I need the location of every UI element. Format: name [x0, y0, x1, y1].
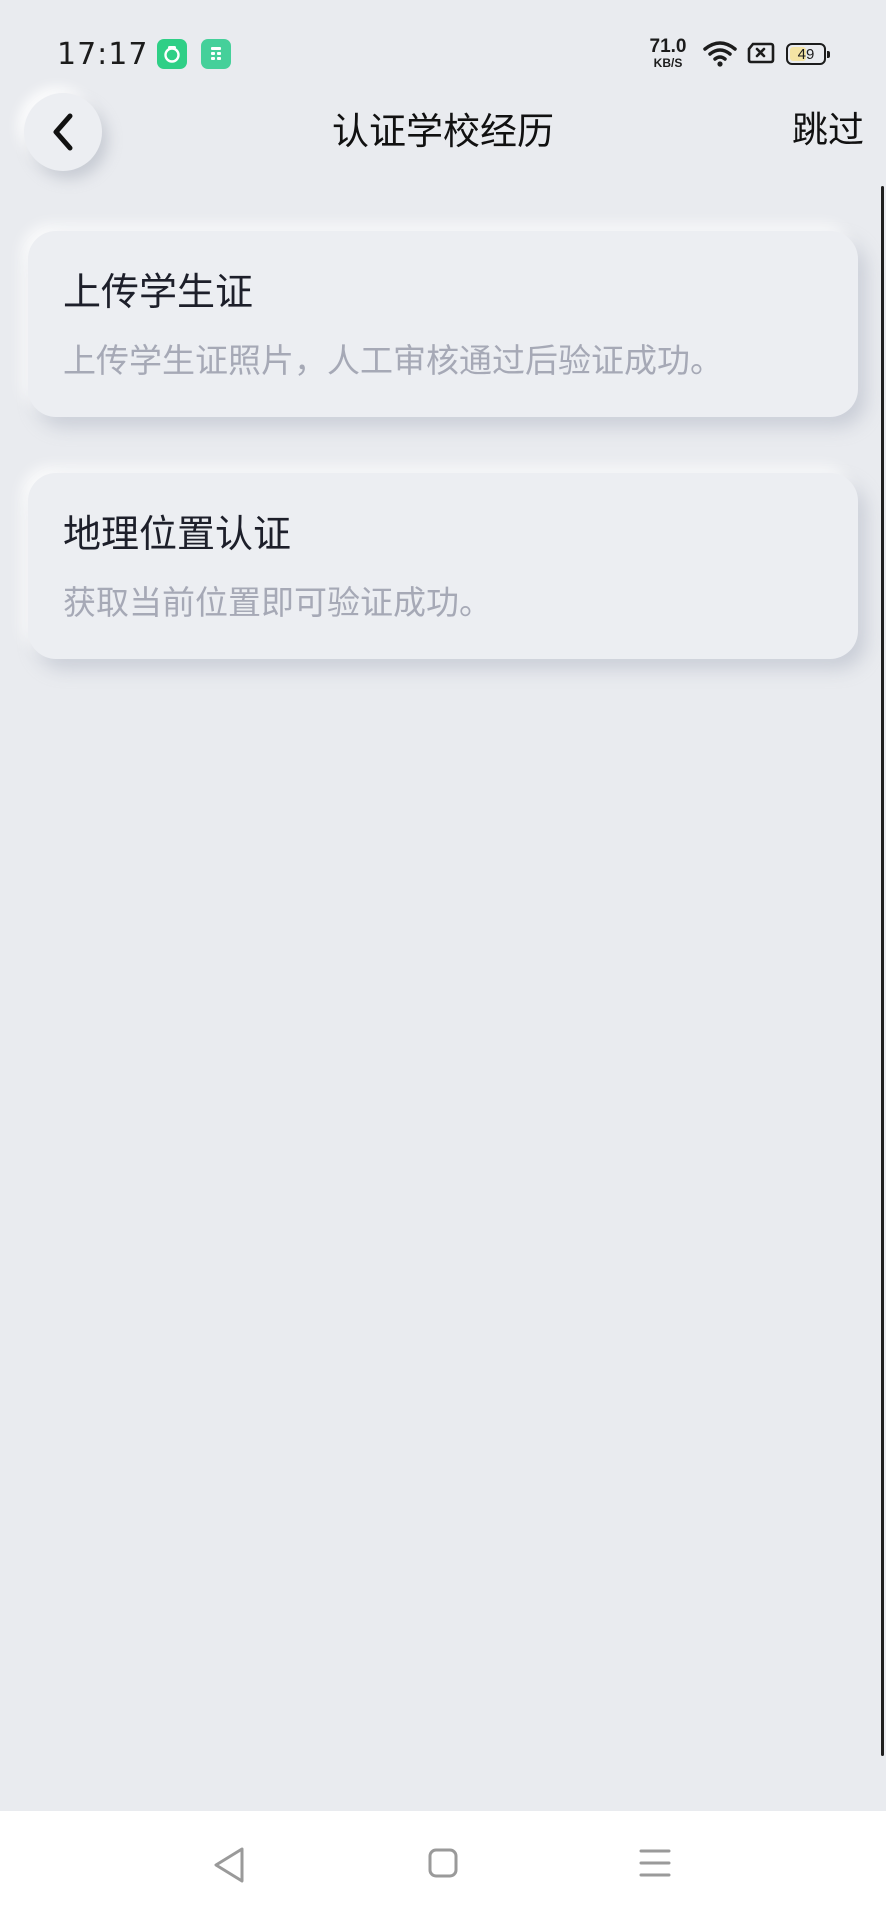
sim-icon: [747, 42, 775, 68]
scrollbar[interactable]: [881, 186, 884, 1756]
network-speed: 71.0 KB/S: [646, 37, 690, 69]
app-badge-icon: [201, 39, 231, 69]
system-navigation-bar: [0, 1811, 886, 1920]
card-title: 上传学生证: [63, 270, 254, 314]
battery-icon: 49: [786, 43, 830, 65]
page-title: 认证学校经历: [332, 110, 554, 153]
battery-level: 49: [797, 45, 815, 63]
menu-lines-icon: [639, 1849, 671, 1877]
system-menu-button[interactable]: [638, 1845, 672, 1885]
network-speed-value: 71.0: [649, 36, 687, 57]
square-home-icon: [428, 1848, 458, 1878]
location-verification-card[interactable]: 地理位置认证 获取当前位置即可验证成功。: [28, 473, 858, 659]
system-back-button[interactable]: [212, 1845, 246, 1889]
status-bar: 17:17 71.0 KB/S 49: [0, 0, 886, 108]
system-home-button[interactable]: [427, 1845, 459, 1885]
card-description: 获取当前位置即可验证成功。: [63, 583, 492, 622]
skip-button[interactable]: 跳过: [792, 106, 864, 154]
wifi-icon: [703, 40, 737, 72]
status-time: 17:17: [57, 37, 149, 72]
screen: 17:17 71.0 KB/S 49 认证学校经历 跳过 上传学生证 上传学生证…: [0, 0, 886, 1920]
network-speed-unit: KB/S: [653, 56, 683, 70]
card-title: 地理位置认证: [63, 512, 292, 556]
card-description: 上传学生证照片，人工审核通过后验证成功。: [63, 341, 723, 380]
triangle-back-icon: [214, 1847, 244, 1883]
upload-student-id-card[interactable]: 上传学生证 上传学生证照片，人工审核通过后验证成功。: [28, 231, 858, 417]
app-badge-icon: [157, 39, 187, 69]
